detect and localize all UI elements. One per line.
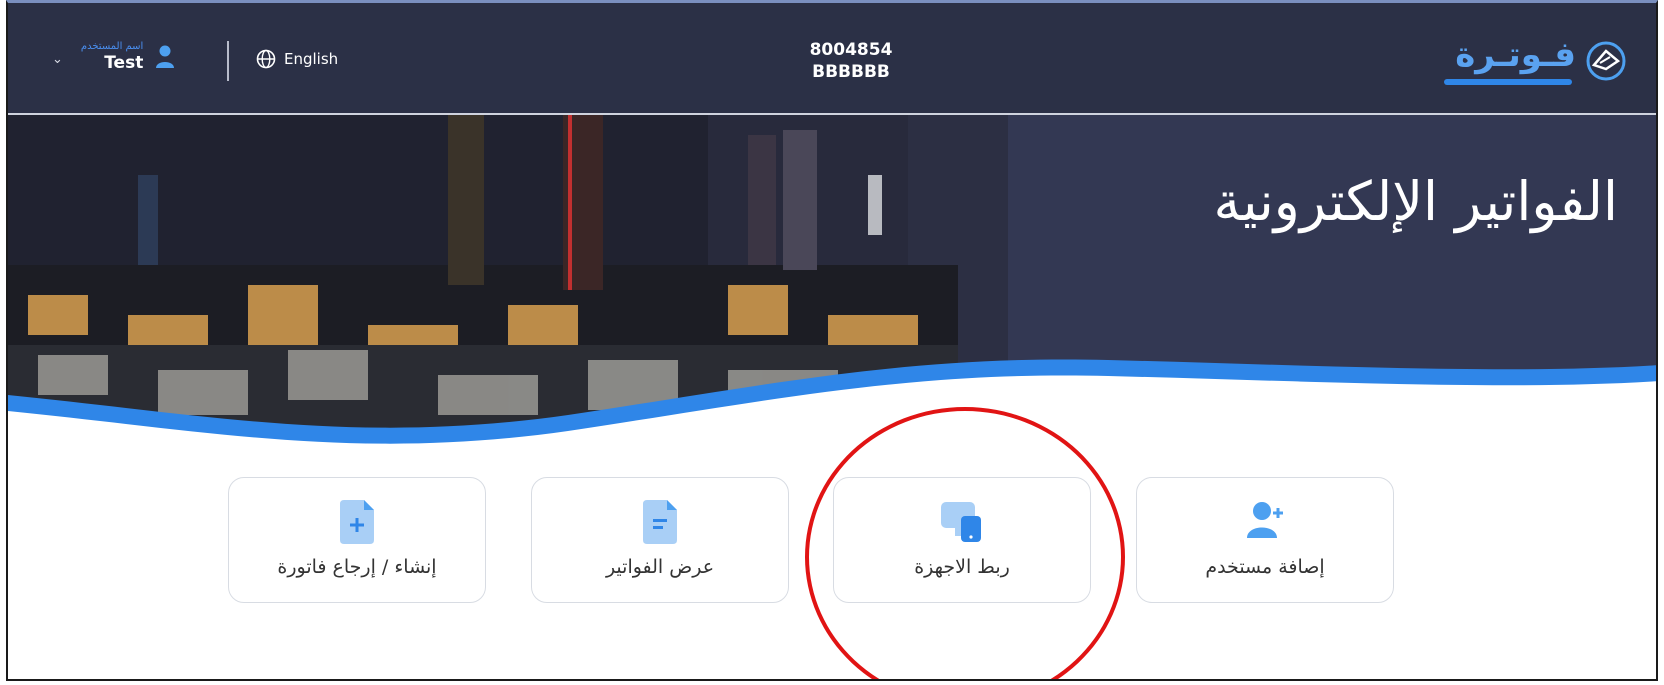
- user-menu[interactable]: ⌄ اسم المستخدم Test: [52, 41, 175, 73]
- card-label: إنشاء / إرجاع فاتورة: [277, 556, 437, 578]
- user-name: Test: [104, 53, 144, 73]
- globe-icon: [256, 49, 276, 69]
- app-logo[interactable]: فـوتـرة: [1436, 33, 1632, 89]
- account-info: 8004854 BBBBBB: [791, 39, 911, 83]
- chevron-down-icon[interactable]: ⌄: [52, 52, 63, 67]
- card-label: إصافة مستخدم: [1205, 556, 1325, 578]
- logo-mark-icon: [1586, 41, 1626, 81]
- top-header: ⌄ اسم المستخدم Test English 8004854 BBBB…: [8, 3, 1656, 113]
- card-label: ربط الاجهزة: [914, 556, 1010, 578]
- hero-title: الفواتير الإلكترونية: [1213, 170, 1618, 233]
- hero-banner: الفواتير الإلكترونية: [8, 115, 1656, 455]
- card-add-user[interactable]: إصافة مستخدم: [1136, 477, 1394, 603]
- document-view-icon: [643, 500, 677, 544]
- city-skyline-image: [8, 115, 1656, 455]
- add-user-icon: [1247, 502, 1283, 538]
- account-number: 8004854: [809, 40, 893, 60]
- document-add-icon: [340, 500, 374, 544]
- header-divider: [227, 41, 229, 81]
- logo-text: فـوتـرة: [1455, 35, 1576, 75]
- card-label: عرض الفواتير: [605, 556, 715, 578]
- logo-underline: [1444, 79, 1572, 85]
- language-switcher[interactable]: English: [256, 49, 338, 69]
- language-label[interactable]: English: [284, 50, 338, 68]
- user-caption: اسم المستخدم: [80, 41, 144, 52]
- card-create-return-invoice[interactable]: إنشاء / إرجاع فاتورة: [228, 477, 486, 603]
- devices-icon: [941, 502, 981, 542]
- user-icon: [156, 45, 175, 68]
- card-view-invoices[interactable]: عرض الفواتير: [531, 477, 789, 603]
- user-info: اسم المستخدم Test: [81, 41, 143, 73]
- action-cards: إصافة مستخدم ربط الاجهزة عرض الفواتير إن…: [8, 477, 1656, 607]
- app-frame: ⌄ اسم المستخدم Test English 8004854 BBBB…: [6, 0, 1658, 681]
- card-link-devices[interactable]: ربط الاجهزة: [833, 477, 1091, 603]
- account-code: BBBBBB: [812, 62, 890, 82]
